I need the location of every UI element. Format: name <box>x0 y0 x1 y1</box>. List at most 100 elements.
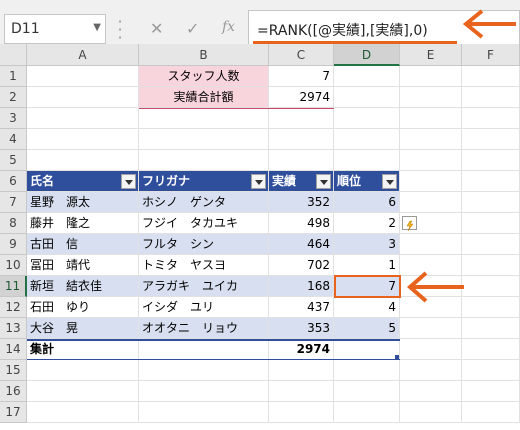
name-cell[interactable]: 藤井 隆之 <box>27 213 139 234</box>
total-value[interactable]: 2974 <box>269 339 334 360</box>
row-header-7[interactable]: 7 <box>0 192 27 213</box>
furigana-cell[interactable]: イシダ ユリ <box>139 297 269 318</box>
rank-cell[interactable]: 4 <box>334 297 400 318</box>
filter-dropdown-button[interactable] <box>316 174 331 189</box>
rank-cell[interactable]: 5 <box>334 318 400 339</box>
result-cell[interactable]: 352 <box>269 192 334 213</box>
cell[interactable] <box>27 150 139 171</box>
cell[interactable] <box>269 108 334 129</box>
cell[interactable] <box>400 171 462 192</box>
check-icon[interactable]: ✓ <box>186 19 199 38</box>
cell[interactable] <box>462 66 520 87</box>
column-header-a[interactable]: A <box>27 44 139 66</box>
cell[interactable] <box>334 402 400 423</box>
cell[interactable] <box>400 339 462 360</box>
cell[interactable] <box>462 297 520 318</box>
result-cell[interactable]: 464 <box>269 234 334 255</box>
cell[interactable] <box>462 171 520 192</box>
cell[interactable] <box>462 339 520 360</box>
result-cell[interactable]: 168 <box>269 276 334 297</box>
cell[interactable] <box>400 381 462 402</box>
name-cell[interactable]: 星野 源太 <box>27 192 139 213</box>
cell[interactable] <box>334 108 400 129</box>
cell[interactable] <box>269 129 334 150</box>
row-header-12[interactable]: 12 <box>0 297 27 318</box>
cell[interactable] <box>269 360 334 381</box>
furigana-cell[interactable]: アラガキ ユイカ <box>139 276 269 297</box>
cell[interactable] <box>27 108 139 129</box>
fx-button[interactable]: fx <box>222 19 235 35</box>
rank-cell[interactable]: 6 <box>334 192 400 213</box>
filter-dropdown-button[interactable] <box>251 174 266 189</box>
cell[interactable] <box>269 150 334 171</box>
filter-dropdown-button[interactable] <box>382 174 397 189</box>
cell[interactable] <box>400 402 462 423</box>
select-all-corner[interactable] <box>0 44 27 66</box>
total-rank-empty[interactable] <box>334 339 400 360</box>
cell[interactable] <box>400 150 462 171</box>
cell[interactable] <box>462 129 520 150</box>
column-header-f[interactable]: F <box>462 44 520 66</box>
furigana-cell[interactable]: オオタニ リョウ <box>139 318 269 339</box>
cell[interactable] <box>334 381 400 402</box>
row-header-17[interactable]: 17 <box>0 402 27 423</box>
row-header-5[interactable]: 5 <box>0 150 27 171</box>
result-cell[interactable]: 498 <box>269 213 334 234</box>
cell[interactable] <box>400 108 462 129</box>
selected-cell-d11[interactable] <box>334 275 401 298</box>
name-box[interactable]: D11 ▼ <box>4 14 106 44</box>
result-cell[interactable]: 437 <box>269 297 334 318</box>
cell[interactable] <box>27 66 139 87</box>
cell[interactable] <box>462 192 520 213</box>
header-furigana[interactable]: フリガナ <box>139 171 269 192</box>
row-header-10[interactable]: 10 <box>0 255 27 276</box>
cell[interactable] <box>334 129 400 150</box>
cell[interactable] <box>139 360 269 381</box>
cell[interactable] <box>334 66 400 87</box>
cell[interactable] <box>269 402 334 423</box>
cell[interactable] <box>334 360 400 381</box>
column-header-c[interactable]: C <box>269 44 334 66</box>
close-icon[interactable]: ✕ <box>150 19 163 38</box>
rank-cell[interactable]: 1 <box>334 255 400 276</box>
cell[interactable] <box>462 255 520 276</box>
row-header-11[interactable]: 11 <box>0 276 27 297</box>
cell[interactable] <box>27 129 139 150</box>
staff-count-label[interactable]: スタッフ人数 <box>139 66 269 87</box>
cell[interactable] <box>27 87 139 108</box>
name-cell[interactable]: 冨田 靖代 <box>27 255 139 276</box>
name-cell[interactable]: 石田 ゆり <box>27 297 139 318</box>
row-header-9[interactable]: 9 <box>0 234 27 255</box>
row-header-4[interactable]: 4 <box>0 129 27 150</box>
row-header-14[interactable]: 14 <box>0 339 27 360</box>
cell[interactable] <box>462 402 520 423</box>
cell[interactable] <box>400 192 462 213</box>
cell[interactable] <box>334 87 400 108</box>
furigana-cell[interactable]: フジイ タカユキ <box>139 213 269 234</box>
row-header-15[interactable]: 15 <box>0 360 27 381</box>
cell[interactable] <box>27 360 139 381</box>
total-empty[interactable] <box>139 339 269 360</box>
filter-dropdown-button[interactable] <box>121 174 136 189</box>
cell[interactable] <box>139 381 269 402</box>
cell[interactable] <box>400 87 462 108</box>
result-cell[interactable]: 353 <box>269 318 334 339</box>
column-header-d[interactable]: D <box>334 44 400 66</box>
result-cell[interactable]: 702 <box>269 255 334 276</box>
cell[interactable] <box>27 402 139 423</box>
cell[interactable] <box>462 87 520 108</box>
row-header-2[interactable]: 2 <box>0 87 27 108</box>
row-header-6[interactable]: 6 <box>0 171 27 192</box>
staff-count-value[interactable]: 7 <box>269 66 334 87</box>
row-header-3[interactable]: 3 <box>0 108 27 129</box>
furigana-cell[interactable]: ホシノ ゲンタ <box>139 192 269 213</box>
cell[interactable] <box>462 276 520 297</box>
cell[interactable] <box>462 150 520 171</box>
column-header-e[interactable]: E <box>400 44 462 66</box>
cell[interactable] <box>139 129 269 150</box>
row-header-8[interactable]: 8 <box>0 213 27 234</box>
auto-correct-options-icon[interactable] <box>402 216 417 232</box>
worksheet-grid[interactable]: A B C D E F 1 2 3 4 5 6 7 8 9 10 11 12 13 14 15 16 17 スタッフ人数 7 実績… <box>0 44 520 430</box>
cell[interactable] <box>462 108 520 129</box>
cell[interactable] <box>269 381 334 402</box>
